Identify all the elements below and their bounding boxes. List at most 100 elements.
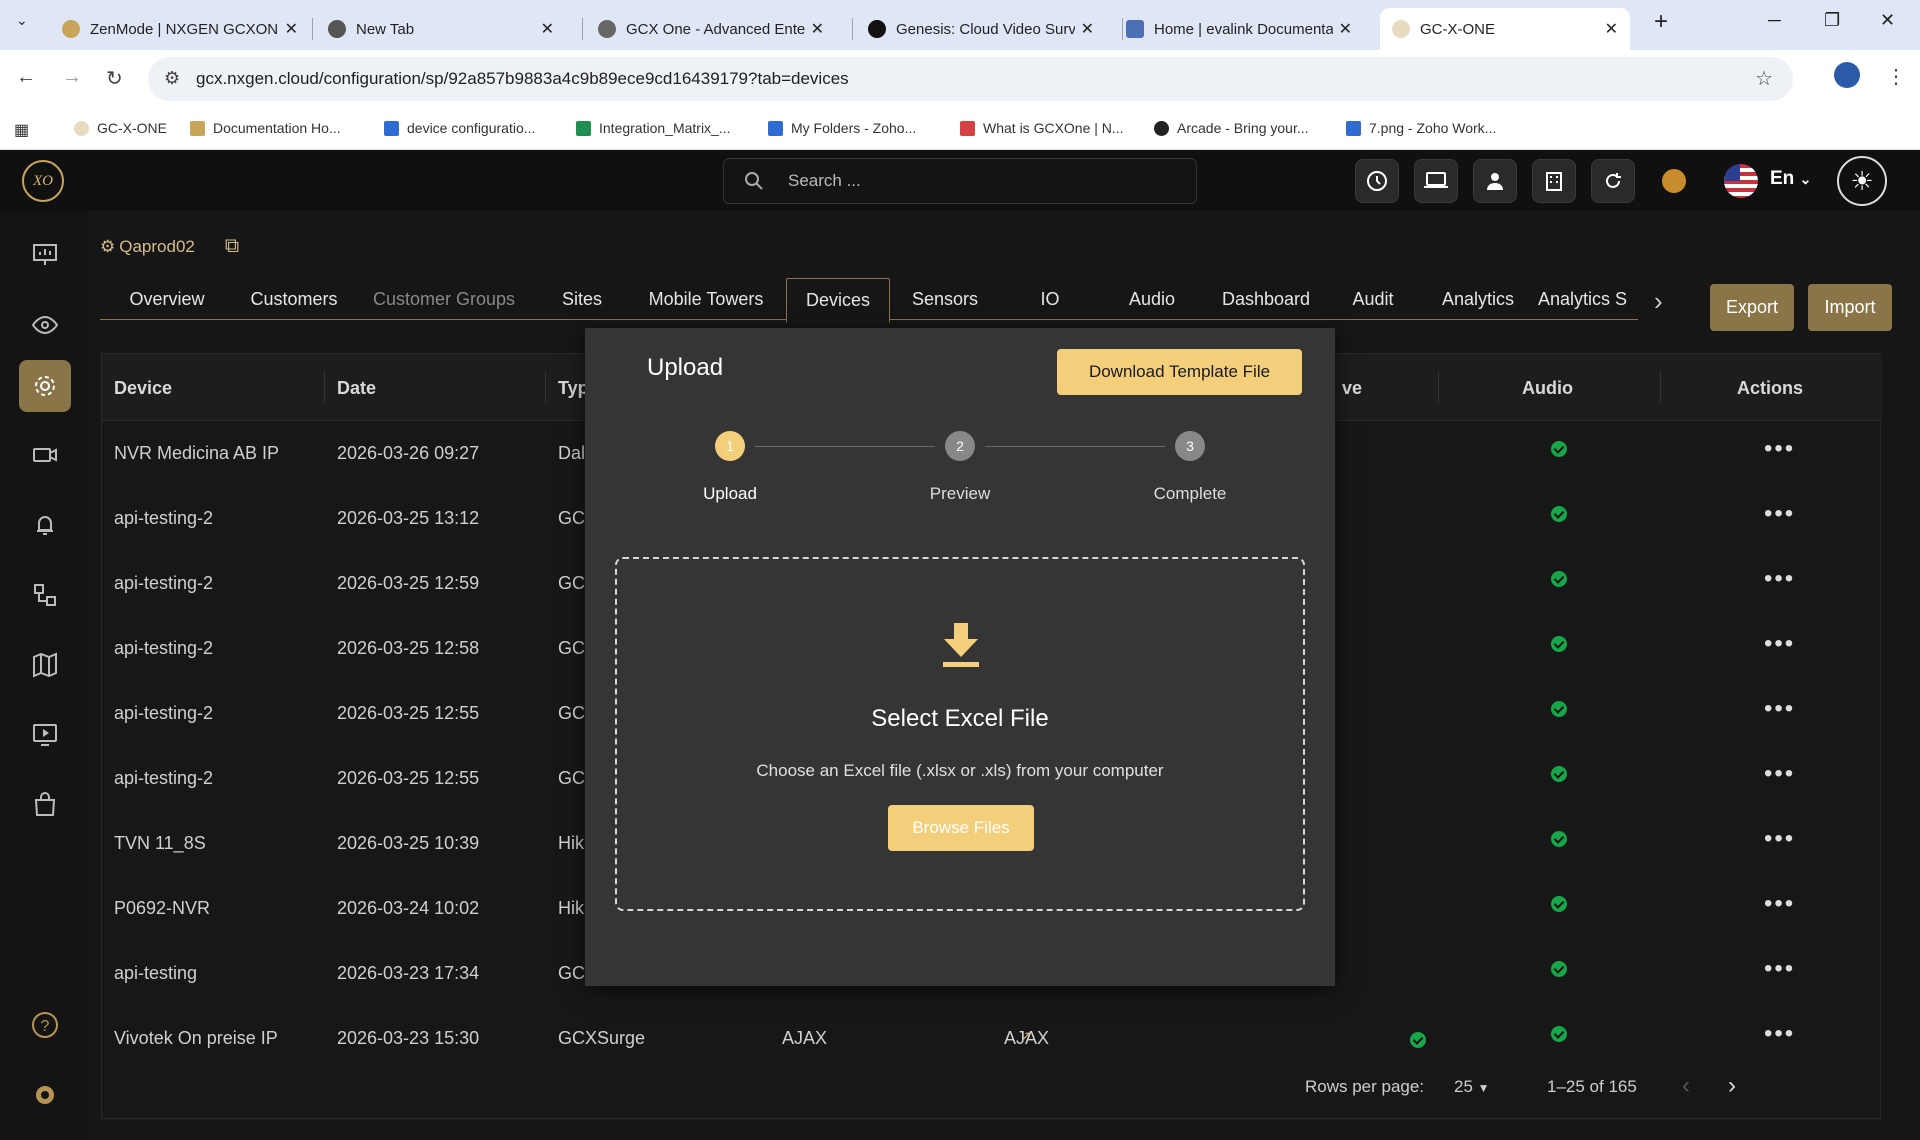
tab-mobile-towers[interactable]: Mobile Towers <box>630 278 782 320</box>
tab-analytics[interactable]: Analytics <box>1418 278 1538 320</box>
close-tab-icon[interactable]: ✕ <box>1339 19 1352 39</box>
row-actions-menu-icon[interactable]: ••• <box>1764 1020 1795 1048</box>
tab-analytics-s[interactable]: Analytics S <box>1538 278 1638 320</box>
restore-button[interactable]: ❐ <box>1824 10 1840 31</box>
sidebar-item-map[interactable] <box>19 639 71 691</box>
tab-audit[interactable]: Audit <box>1328 278 1418 320</box>
history-button[interactable] <box>1355 159 1399 203</box>
row-actions-menu-icon[interactable]: ••• <box>1764 955 1795 983</box>
tab-audio[interactable]: Audio <box>1100 278 1204 320</box>
external-link-icon[interactable]: ↗ <box>1020 1028 1032 1045</box>
sidebar-item-dashboard[interactable] <box>19 229 71 281</box>
tab-io[interactable]: IO <box>1000 278 1100 320</box>
forward-arrow-icon[interactable]: → <box>62 66 82 89</box>
browser-tab-active[interactable]: GC-X-ONE ✕ <box>1380 8 1630 50</box>
tab-sensors[interactable]: Sensors <box>890 278 1000 320</box>
tab-customers[interactable]: Customers <box>234 278 354 320</box>
col-live[interactable]: ve <box>1342 378 1362 399</box>
col-actions[interactable]: Actions <box>1737 378 1803 399</box>
back-arrow-icon[interactable]: ← <box>16 66 36 89</box>
row-actions-menu-icon[interactable]: ••• <box>1764 500 1795 528</box>
bookmark-item[interactable]: My Folders - Zoho... <box>768 120 916 136</box>
bookmark-item[interactable]: Arcade - Bring your... <box>1154 120 1309 136</box>
refresh-button[interactable] <box>1591 159 1635 203</box>
bookmark-item[interactable]: GC-X-ONE <box>74 120 167 136</box>
sidebar-item-playback[interactable] <box>19 709 71 761</box>
sidebar-item-alarms[interactable] <box>19 499 71 551</box>
row-actions-menu-icon[interactable]: ••• <box>1764 565 1795 593</box>
tab-dashboard[interactable]: Dashboard <box>1204 278 1328 320</box>
sidebar-item-video[interactable] <box>19 429 71 481</box>
bookmark-item[interactable]: What is GCXOne | N... <box>960 120 1124 136</box>
sidebar-item-monitoring[interactable] <box>19 299 71 351</box>
col-device[interactable]: Device <box>114 378 172 399</box>
col-date[interactable]: Date <box>337 378 376 399</box>
bookmark-item[interactable]: device configuratio... <box>384 120 535 136</box>
device-name-cell: P0692-NVR <box>114 898 211 918</box>
tab-customer-groups[interactable]: Customer Groups <box>354 278 534 320</box>
bookmark-item[interactable]: Integration_Matrix_... <box>576 120 731 136</box>
row-actions-menu-icon[interactable]: ••• <box>1764 695 1795 723</box>
close-tab-icon[interactable]: ✕ <box>541 19 554 39</box>
bookmark-item[interactable]: Documentation Ho... <box>190 120 341 136</box>
rows-per-page-select[interactable]: 25 ▼ <box>1454 1077 1490 1097</box>
breadcrumb-label[interactable]: Qaprod02 <box>119 237 195 257</box>
browser-tab[interactable]: Home | evalink Documenta ✕ <box>1114 8 1364 50</box>
row-actions-menu-icon[interactable]: ••• <box>1764 760 1795 788</box>
row-actions-menu-icon[interactable]: ••• <box>1764 890 1795 918</box>
new-tab-button[interactable]: + <box>1654 8 1668 36</box>
minimize-button[interactable]: ─ <box>1768 10 1781 31</box>
browse-files-button[interactable]: Browse Files <box>888 805 1034 851</box>
close-tab-icon[interactable]: ✕ <box>1605 19 1618 39</box>
profile-avatar-icon[interactable] <box>1834 62 1860 88</box>
chrome-favicon-icon <box>328 20 346 38</box>
tab-overview[interactable]: Overview <box>100 278 234 320</box>
sidebar-item-workflows[interactable] <box>19 569 71 621</box>
close-tab-icon[interactable]: ✕ <box>1081 19 1094 39</box>
evalink-favicon-icon <box>1126 20 1144 38</box>
tab-sites[interactable]: Sites <box>534 278 630 320</box>
monitor-button[interactable] <box>1414 159 1458 203</box>
tabs-scroll-right-icon[interactable]: › <box>1654 286 1663 317</box>
step-2-indicator: 2 <box>945 431 975 461</box>
tab-devices[interactable]: Devices <box>786 278 890 323</box>
copy-icon[interactable]: ⧉ <box>225 235 239 258</box>
close-tab-icon[interactable]: ✕ <box>285 19 298 39</box>
browser-tab[interactable]: GCX One - Advanced Enter ✕ <box>586 8 836 50</box>
row-actions-menu-icon[interactable]: ••• <box>1764 435 1795 463</box>
building-button[interactable] <box>1532 159 1576 203</box>
sidebar-settings-button[interactable] <box>19 1069 71 1121</box>
sidebar-help-button[interactable]: ? <box>19 999 71 1051</box>
browser-tab[interactable]: ZenMode | NXGEN GCXON ✕ <box>50 8 310 50</box>
bookmark-star-icon[interactable]: ☆ <box>1755 66 1773 91</box>
col-audio[interactable]: Audio <box>1522 378 1573 399</box>
theme-toggle-button[interactable]: ☀ <box>1837 156 1887 206</box>
language-selector[interactable]: En ⌄ <box>1770 168 1811 190</box>
file-drop-zone[interactable]: Select Excel File Choose an Excel file (… <box>615 557 1305 911</box>
notification-flame-icon[interactable] <box>1662 169 1686 193</box>
app-logo[interactable]: XO <box>22 160 64 202</box>
browser-menu-icon[interactable]: ⋮ <box>1886 64 1906 89</box>
row-actions-menu-icon[interactable]: ••• <box>1764 630 1795 658</box>
search-input[interactable]: Search ... <box>723 158 1197 204</box>
site-info-icon[interactable]: ⚙ <box>164 68 180 89</box>
apps-grid-icon[interactable]: ▦ <box>14 120 29 140</box>
import-button[interactable]: Import <box>1808 284 1892 331</box>
browser-tab[interactable]: New Tab ✕ <box>316 8 566 50</box>
sidebar-item-store[interactable] <box>19 779 71 831</box>
download-template-button[interactable]: Download Template File <box>1057 349 1302 395</box>
url-field[interactable]: ⚙ gcx.nxgen.cloud/configuration/sp/92a85… <box>148 57 1793 101</box>
tab-search-button[interactable]: ⌄ <box>16 12 28 29</box>
close-window-button[interactable]: ✕ <box>1880 10 1895 31</box>
reload-icon[interactable]: ↻ <box>106 66 123 91</box>
row-actions-menu-icon[interactable]: ••• <box>1764 825 1795 853</box>
bookmark-item[interactable]: 7.png - Zoho Work... <box>1346 120 1496 136</box>
next-page-icon[interactable]: › <box>1728 1072 1736 1100</box>
user-button[interactable] <box>1473 159 1517 203</box>
close-tab-icon[interactable]: ✕ <box>811 19 824 39</box>
browser-tab[interactable]: Genesis: Cloud Video Surv ✕ <box>856 8 1106 50</box>
sidebar-item-configuration[interactable] <box>19 360 71 412</box>
prev-page-icon[interactable]: ‹ <box>1682 1072 1690 1100</box>
us-flag-icon[interactable] <box>1724 164 1758 198</box>
export-button[interactable]: Export <box>1710 284 1794 331</box>
